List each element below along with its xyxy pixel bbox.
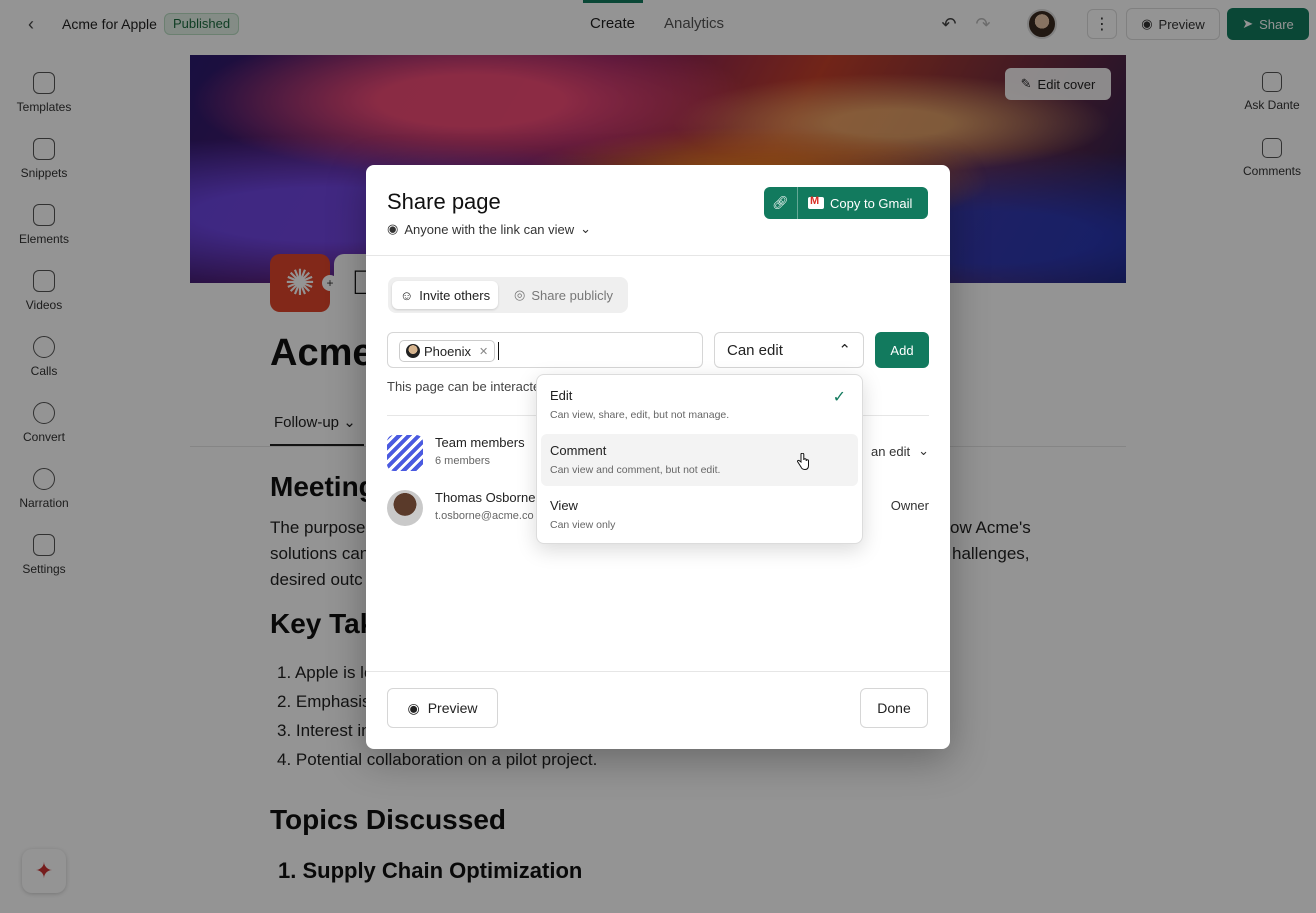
tab-label: Invite others [419,287,491,303]
menu-item-view[interactable]: View Can view only [541,489,858,541]
preview-button[interactable]: ◉ Preview [387,688,498,728]
permission-value: Can edit [727,341,783,359]
copy-link-icon[interactable]: 🔗︎ [764,187,798,219]
add-user-icon: ☺︎ [400,287,414,303]
gmail-icon [808,195,824,209]
hand-cursor-icon [796,453,809,471]
chevron-down-icon: ⌄ [918,443,929,458]
permission-dropdown-menu: Edit Can view, share, edit, but not mana… [536,374,863,544]
copy-link-button-group: 🔗︎ Copy to Gmail [764,187,928,219]
role-label: an edit [871,443,911,459]
divider [366,255,950,256]
menu-item-comment[interactable]: Comment Can view and comment, but not ed… [541,434,858,486]
add-button[interactable]: Add [875,332,929,368]
menu-item-edit[interactable]: Edit Can view, share, edit, but not mana… [541,379,858,431]
eye-icon: ◉ [407,699,420,716]
member-name: Team members [435,435,525,450]
member-role-select[interactable]: an edit ⌄ [871,443,929,459]
tab-share-publicly[interactable]: ◎ Share publicly [506,281,621,309]
avatar [387,490,423,526]
option-description: Can view, share, edit, but not manage. [550,409,730,421]
close-icon[interactable]: ✕ [479,345,488,358]
link-access-dropdown[interactable]: ◉ Anyone with the link can view ⌄ [387,221,591,237]
member-name: Thomas Osborne [435,490,536,505]
text-caret [498,342,499,360]
globe-icon: ◎ [514,287,526,302]
chevron-up-icon: ⌃ [838,342,851,359]
invitee-chip[interactable]: Phoenix ✕ [399,340,496,362]
chip-label: Phoenix [424,343,471,359]
owner-label: Owner [890,498,929,513]
divider [366,671,950,672]
avatar [406,344,420,358]
check-icon: ✓ [832,389,846,406]
invite-input[interactable]: Phoenix ✕ [387,332,703,368]
info-text: This page can be interacte [387,379,537,394]
tab-invite-others[interactable]: ☺︎ Invite others [392,281,499,309]
option-description: Can view only [550,519,616,531]
member-email: t.osborne@acme.co [435,510,534,522]
copy-to-gmail-button[interactable]: Copy to Gmail [830,196,912,211]
member-count: 6 members [435,455,491,467]
preview-label: Preview [427,700,478,716]
option-description: Can view and comment, but not edit. [550,464,721,476]
share-mode-toggle: ☺︎ Invite others ◎ Share publicly [388,277,628,313]
option-title: Edit [550,388,573,403]
chevron-down-icon: ⌄ [580,221,592,236]
option-title: View [550,498,578,513]
team-icon [387,435,423,471]
link-access-label: Anyone with the link can view [404,221,575,237]
done-button[interactable]: Done [860,688,928,728]
tab-label: Share publicly [531,287,613,303]
option-title: Comment [550,443,607,458]
eye-icon: ◉ [387,221,399,236]
permission-select[interactable]: Can edit ⌃ [714,332,864,368]
modal-title: Share page [387,189,501,214]
